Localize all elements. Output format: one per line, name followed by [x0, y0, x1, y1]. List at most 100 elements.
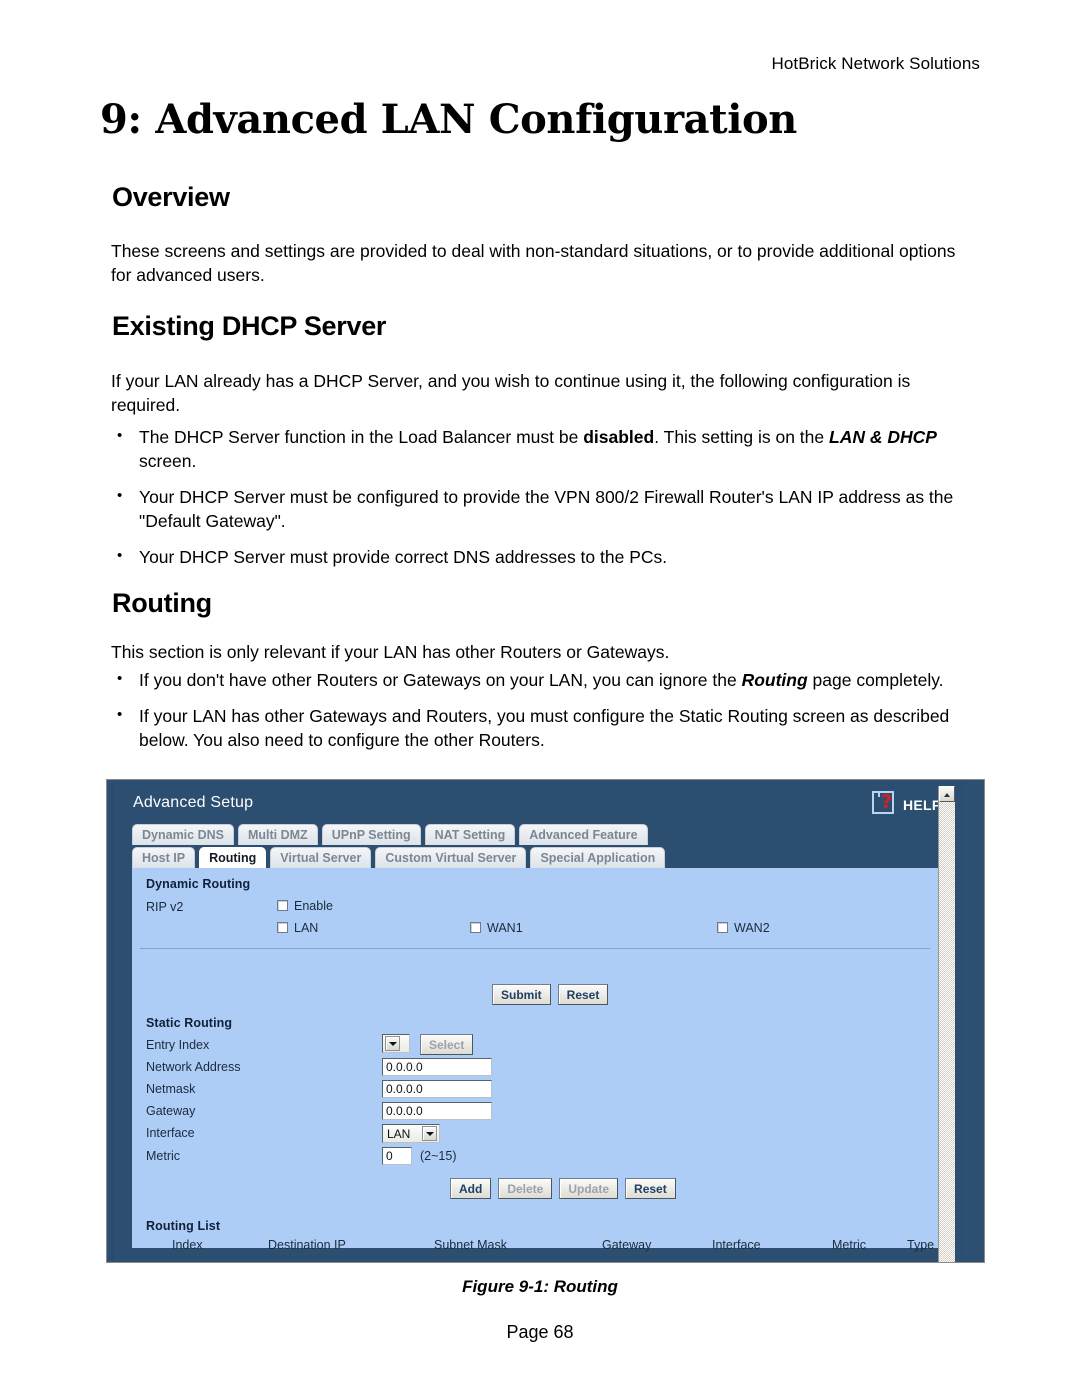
scroll-up-arrow-icon[interactable] — [939, 786, 955, 802]
checkbox-label: Enable — [294, 899, 333, 913]
bullet-text-pre: If your LAN has other Gateways and Route… — [139, 706, 950, 750]
column-header-gateway: Gateway — [602, 1238, 652, 1252]
page-footer: Page 68 — [506, 1322, 574, 1342]
tab-virtual-server[interactable]: Virtual Server — [270, 847, 372, 868]
bullet-text-post: page completely. — [807, 670, 944, 690]
reset-button[interactable]: Reset — [557, 984, 609, 1005]
interface-label: Interface — [146, 1126, 195, 1140]
netmask-input[interactable]: 0.0.0.0 — [382, 1080, 492, 1098]
checkbox-box-icon[interactable] — [277, 922, 288, 933]
update-button[interactable]: Update — [559, 1178, 619, 1199]
static-routing-actions: Add Delete Update Reset — [450, 1178, 676, 1199]
bullet-text-mid: . This setting is on the — [654, 427, 829, 447]
column-header-type: Type — [907, 1238, 935, 1252]
list-item: If your LAN has other Gateways and Route… — [111, 703, 979, 752]
checkbox-box-icon[interactable] — [717, 922, 728, 933]
select-button[interactable]: Select — [420, 1034, 474, 1055]
metric-range-hint: (2~15) — [420, 1149, 457, 1163]
vertical-scrollbar[interactable] — [938, 786, 955, 1262]
bullet-text-bold: disabled — [583, 427, 655, 447]
section-paragraph-overview: These screens and settings are provided … — [111, 241, 956, 285]
help-button[interactable]: ? HELP — [870, 789, 948, 819]
list-item: Your DHCP Server must be configured to p… — [111, 484, 979, 533]
reset-button[interactable]: Reset — [625, 1178, 676, 1199]
bullet-text-pre: Your DHCP Server must provide correct DN… — [139, 547, 668, 567]
tab-row-primary: Dynamic DNS Multi DMZ UPnP Setting NAT S… — [132, 824, 648, 845]
list-item: If you don't have other Routers or Gatew… — [111, 667, 979, 692]
checkbox-rip-wan2[interactable]: WAN2 — [717, 921, 770, 935]
submit-button[interactable]: Submit — [492, 984, 551, 1005]
checkbox-box-icon[interactable] — [470, 922, 481, 933]
network-address-input[interactable]: 0.0.0.0 — [382, 1058, 492, 1076]
bullet-text-pre: The DHCP Server function in the Load Bal… — [139, 427, 584, 447]
dynamic-routing-actions: Submit Reset — [492, 984, 609, 1005]
checkbox-label: WAN2 — [734, 921, 770, 935]
bullet-list-existing-dhcp: The DHCP Server function in the Load Bal… — [111, 424, 979, 581]
group-label-static-routing: Static Routing — [146, 1016, 233, 1030]
tab-advanced-feature[interactable]: Advanced Feature — [519, 824, 648, 845]
rip-version-label: RIP v2 — [146, 900, 184, 914]
network-address-label: Network Address — [146, 1060, 241, 1074]
router-ui-window: Advanced Setup ? HELP Dynamic DNS Multi … — [111, 783, 964, 1262]
bullet-text-pre: Your DHCP Server must be configured to p… — [139, 487, 954, 531]
routing-settings-panel: Dynamic Routing RIP v2 Enable LAN WAN1 W… — [132, 868, 944, 1252]
checkbox-rip-enable[interactable]: Enable — [277, 899, 333, 913]
column-header-subnet-mask: Subnet Mask — [434, 1238, 507, 1252]
figure-caption: Figure 9-1: Routing — [462, 1277, 618, 1296]
figure-router-screenshot: Advanced Setup ? HELP Dynamic DNS Multi … — [106, 779, 985, 1263]
svg-text:?: ? — [881, 791, 892, 813]
checkbox-label: WAN1 — [487, 921, 523, 935]
checkbox-box-icon[interactable] — [277, 900, 288, 911]
bullet-text-emphasis: Routing — [741, 670, 808, 690]
app-title: Advanced Setup — [133, 794, 254, 811]
bullet-list-routing: If you don't have other Routers or Gatew… — [111, 667, 979, 764]
bullet-text-emphasis: LAN & DHCP — [829, 427, 937, 447]
checkbox-rip-wan1[interactable]: WAN1 — [470, 921, 523, 935]
group-label-routing-list: Routing List — [146, 1219, 221, 1233]
group-label-dynamic-routing: Dynamic Routing — [146, 877, 251, 891]
help-icon: ? — [872, 791, 894, 814]
checkbox-rip-lan[interactable]: LAN — [277, 921, 318, 935]
entry-index-label: Entry Index — [146, 1038, 210, 1052]
help-label: HELP — [903, 797, 942, 813]
list-item: Your DHCP Server must provide correct DN… — [111, 544, 979, 569]
netmask-label: Netmask — [146, 1082, 196, 1096]
metric-label: Metric — [146, 1149, 181, 1163]
section-heading-existing-dhcp: Existing DHCP Server — [112, 311, 387, 341]
document-page: HotBrick Network Solutions 9: Advanced L… — [0, 0, 1080, 1397]
add-button[interactable]: Add — [450, 1178, 492, 1199]
gateway-input[interactable]: 0.0.0.0 — [382, 1102, 492, 1120]
section-paragraph-existing-dhcp: If your LAN already has a DHCP Server, a… — [111, 371, 911, 415]
delete-button[interactable]: Delete — [498, 1178, 553, 1199]
column-header-metric: Metric — [832, 1238, 867, 1252]
chevron-down-icon[interactable] — [385, 1036, 400, 1051]
section-heading-overview: Overview — [112, 182, 230, 212]
chapter-title: 9: Advanced LAN Configuration — [100, 96, 797, 143]
tab-routing[interactable]: Routing — [199, 847, 267, 868]
tab-nat-setting[interactable]: NAT Setting — [424, 824, 516, 845]
section-paragraph-routing: This section is only relevant if your LA… — [111, 642, 670, 662]
metric-input[interactable]: 0 — [382, 1147, 412, 1165]
bullet-text-post: screen. — [139, 451, 197, 471]
checkbox-label: LAN — [294, 921, 319, 935]
column-header-interface: Interface — [712, 1238, 761, 1252]
tab-row-secondary: Host IP Routing Virtual Server Custom Vi… — [132, 847, 666, 868]
bullet-text-pre: If you don't have other Routers or Gatew… — [139, 670, 742, 690]
tab-multi-dmz[interactable]: Multi DMZ — [237, 824, 318, 845]
tab-custom-virtual-server[interactable]: Custom Virtual Server — [375, 847, 527, 868]
column-header-index: Index — [172, 1238, 203, 1252]
running-head: HotBrick Network Solutions — [771, 54, 980, 73]
column-header-destination-ip: Destination IP — [268, 1238, 346, 1252]
tab-host-ip[interactable]: Host IP — [132, 847, 196, 868]
chevron-down-icon[interactable] — [422, 1126, 437, 1141]
gateway-label: Gateway — [146, 1104, 196, 1118]
tab-special-application[interactable]: Special Application — [530, 847, 666, 868]
section-divider — [140, 948, 930, 949]
tab-upnp-setting[interactable]: UPnP Setting — [321, 824, 421, 845]
section-heading-routing: Routing — [112, 588, 212, 618]
entry-index-dropdown[interactable] — [382, 1034, 410, 1053]
tab-dynamic-dns[interactable]: Dynamic DNS — [132, 824, 234, 845]
interface-dropdown[interactable]: LAN — [382, 1124, 440, 1143]
list-item: The DHCP Server function in the Load Bal… — [111, 424, 979, 473]
interface-value: LAN — [387, 1126, 411, 1141]
